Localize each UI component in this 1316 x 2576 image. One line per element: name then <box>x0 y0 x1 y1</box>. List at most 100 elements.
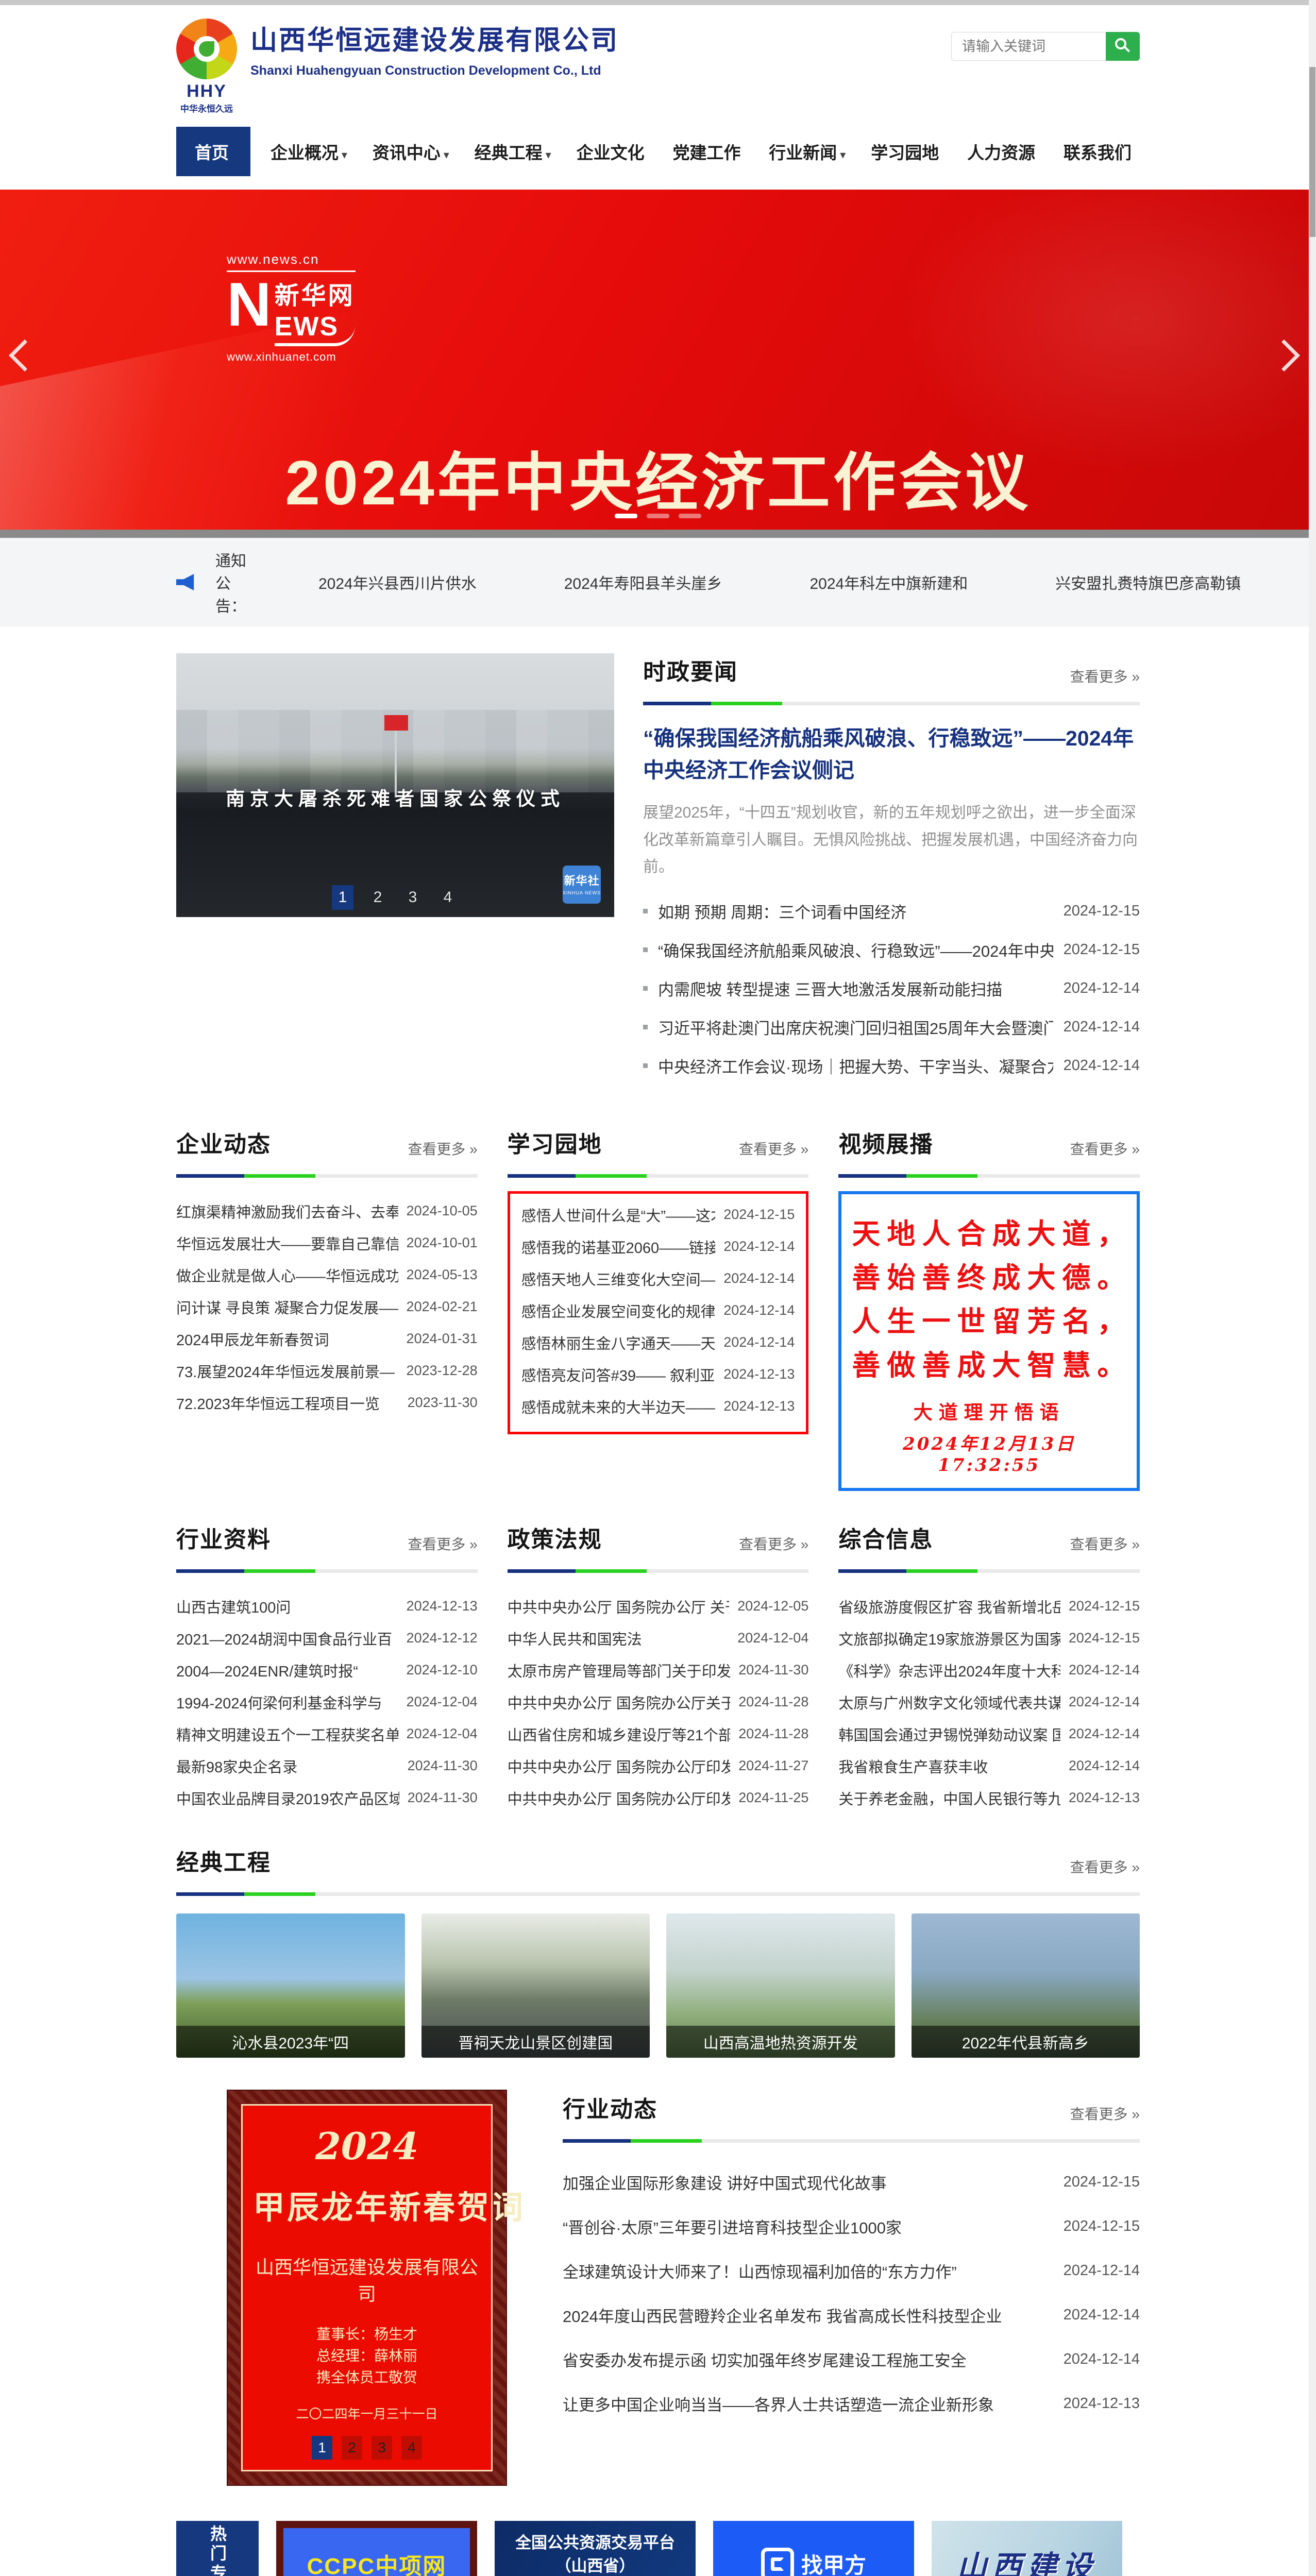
partner-public-resource-platform[interactable]: 全国公共资源交易平台（山西省） NATIONAL PUBLIC RESOURCE… <box>495 2521 696 2576</box>
list-item[interactable]: 中共中央办公厅 国务院办公厅印发《有2024-11-27 <box>508 1750 809 1782</box>
list-item[interactable]: 2021—2024胡润中国食品行业百2024-12-12 <box>176 1622 478 1654</box>
list-item[interactable]: 73.展望2024年华恒远发展前景—2023-12-28 <box>176 1355 478 1387</box>
list-item[interactable]: 全球建筑设计大师来了！山西惊现福利加倍的“东方力作”2024-12-14 <box>563 2249 1140 2293</box>
project-card[interactable]: 山西高温地热资源开发 <box>666 1913 895 2058</box>
photo-page-button[interactable]: 4 <box>437 885 459 910</box>
list-item[interactable]: 做企业就是做人心——华恒远成功的秘诀2024-05-13 <box>176 1259 478 1291</box>
notice-link[interactable]: 2024年寿阳县羊头崖乡 <box>564 571 722 594</box>
nav-item[interactable]: 首页 <box>176 127 250 176</box>
banner-prev-button[interactable] <box>9 340 41 371</box>
greeting-page-button[interactable]: 1 <box>312 2436 332 2460</box>
nav-item[interactable]: 学习园地 <box>866 127 947 176</box>
list-item[interactable]: 内需爬坡 转型提速 三晋大地激活发展新动能扫描2024-12-14 <box>643 977 1140 1000</box>
list-item[interactable]: 感悟我的诺基亚2060——链接上天的2024-12-14 <box>521 1231 795 1263</box>
search-input[interactable] <box>951 32 1106 61</box>
nav-item[interactable]: 联系我们 <box>1058 127 1140 176</box>
greeting-page-button[interactable]: 2 <box>342 2436 362 2460</box>
video-calligraphy-card[interactable]: 天地人合成大道，善始善终成大德。人生一世留芳名，善做善成大智慧。 大道理开悟语 … <box>838 1191 1140 1491</box>
list-item[interactable]: 如期 预期 周期：三个词看中国经济2024-12-15 <box>643 900 1140 923</box>
list-item[interactable]: 中共中央办公厅 国务院办公厅印发《粮2024-11-25 <box>508 1782 809 1814</box>
nav-item[interactable]: 资讯中心▾ <box>367 127 454 176</box>
more-link-shipin[interactable]: 查看更多 » <box>1070 1138 1140 1159</box>
list-item[interactable]: 问计谋 寻良策 凝聚合力促发展——东2024-02-21 <box>176 1291 478 1323</box>
greeting-page-button[interactable]: 3 <box>372 2436 392 2460</box>
search-button[interactable] <box>1106 32 1140 61</box>
partner-shanxi-construction[interactable]: 山西建设 <box>932 2521 1122 2576</box>
banner-dot[interactable] <box>615 514 637 518</box>
list-item[interactable]: 感悟企业发展空间变化的规律——2022024-12-14 <box>521 1295 795 1327</box>
list-item[interactable]: 2024甲辰龙年新春贺词2024-01-31 <box>176 1323 478 1355</box>
more-link-xuexi[interactable]: 查看更多 » <box>739 1138 808 1159</box>
list-item[interactable]: “确保我国经济航船乘风破浪、行稳致远”——2024年中央经2024-12-15 <box>643 938 1140 961</box>
list-item[interactable]: 习近平将赴澳门出席庆祝澳门回归祖国25周年大会暨澳门特别行政2024-12-14 <box>643 1015 1140 1039</box>
list-item[interactable]: 山西古建筑100问2024-12-13 <box>176 1590 478 1622</box>
notice-link[interactable]: 2024年科左中旗新建和 <box>810 571 968 594</box>
more-link-hangye-dongtai[interactable]: 查看更多 » <box>1070 2103 1140 2124</box>
list-item[interactable]: 2024年度山西民营瞪羚企业名单发布 我省高成长性科技型企业2024-12-14 <box>563 2293 1140 2337</box>
greeting-card[interactable]: 2024 甲辰龙年新春贺词 山西华恒远建设发展有限公司 董事长：杨生才总经理：薛… <box>228 2091 506 2485</box>
scrollbar-thumb[interactable] <box>1309 67 1315 237</box>
project-card[interactable]: 沁水县2023年“四 <box>176 1913 405 2058</box>
list-item[interactable]: 中共中央办公厅 国务院办公厅关于数字2024-11-28 <box>508 1686 809 1718</box>
partner-zhaojiafang[interactable]: 找甲方 ZHAOJIAFANG <box>713 2521 914 2576</box>
list-item[interactable]: 山西省住房和城乡建设厅等21个部门2024-11-28 <box>508 1718 809 1750</box>
more-link-qiye[interactable]: 查看更多 » <box>408 1138 477 1159</box>
project-card[interactable]: 2022年代县新高乡 <box>912 1913 1140 2058</box>
list-item[interactable]: 省级旅游度假区扩容 我省新增北岳神溪2024-12-15 <box>838 1590 1140 1622</box>
nav-item[interactable]: 企业概况▾ <box>265 127 352 176</box>
photo-page-button[interactable]: 3 <box>402 885 424 910</box>
list-item[interactable]: 太原与广州数字文化领域代表共谋文化创2024-12-14 <box>838 1686 1140 1718</box>
greeting-page-button[interactable]: 4 <box>401 2436 422 2460</box>
scrollbar[interactable] <box>1309 0 1316 2576</box>
photo-page-button[interactable]: 2 <box>367 885 389 910</box>
list-item[interactable]: 感悟亮友问答#39—— 叙利亚终局2024-12-13 <box>521 1359 795 1391</box>
nav-item[interactable]: 人力资源 <box>962 127 1043 176</box>
nav-item[interactable]: 企业文化 <box>571 127 653 176</box>
list-item[interactable]: 最新98家央企名录2024-11-30 <box>176 1750 478 1782</box>
nav-item[interactable]: 经典工程▾ <box>469 127 556 176</box>
project-card[interactable]: 晋祠天龙山景区创建国 <box>421 1913 650 2058</box>
list-item[interactable]: 感悟天地人三维变化大空间——《观察者2024-12-14 <box>521 1263 795 1295</box>
list-item[interactable]: 我省粮食生产喜获丰收2024-12-14 <box>838 1750 1140 1782</box>
featured-article-title[interactable]: “确保我国经济航船乘风破浪、行稳致远”——2024年中央经济工作会议侧记 <box>643 723 1140 786</box>
list-item[interactable]: 红旗渠精神激励我们去奋斗、去奉献!2024-10-05 <box>176 1195 478 1227</box>
banner-dot[interactable] <box>647 514 669 518</box>
list-item[interactable]: 关于养老金融，中国人民银行等九部门发2024-12-13 <box>838 1782 1140 1814</box>
partner-hot-topics[interactable]: 热门专题 <box>176 2521 259 2576</box>
banner-next-button[interactable] <box>1268 340 1300 371</box>
nav-item[interactable]: 党建工作 <box>667 127 749 176</box>
list-item[interactable]: 华恒远发展壮大——要靠自己靠信心2024-10-01 <box>176 1227 478 1259</box>
list-item[interactable]: 加强企业国际形象建设 讲好中国式现代化故事2024-12-15 <box>563 2160 1140 2205</box>
hero-banner[interactable]: www.news.cn N 新华网 EWS www.xinhuanet.com … <box>0 190 1316 530</box>
more-link-hangye-ziliao[interactable]: 查看更多 » <box>408 1533 477 1554</box>
list-item[interactable]: 72.2023年华恒远工程项目一览2023-11-30 <box>176 1387 478 1419</box>
list-item[interactable]: 《科学》杂志评出2024年度十大科学2024-12-14 <box>838 1654 1140 1686</box>
logo[interactable]: HHY 中华永恒久远 山西华恒远建设发展有限公司 Shanxi Huahengy… <box>176 19 619 114</box>
banner-dot[interactable] <box>679 514 701 518</box>
list-item[interactable]: 感悟人世间什么是“大”——这才是华恒2024-12-15 <box>521 1199 795 1231</box>
list-item[interactable]: 2004—2024ENR/建筑时报“2024-12-10 <box>176 1654 478 1686</box>
list-item[interactable]: 让更多中国企业响当当——各界人士共话塑造一流企业新形象2024-12-13 <box>563 2382 1140 2426</box>
list-item[interactable]: 文旅部拟确定19家旅游景区为国家5A2024-12-15 <box>838 1622 1140 1654</box>
list-item[interactable]: 中国农业品牌目录2019农产品区域公2024-11-30 <box>176 1782 478 1814</box>
partner-ccpc[interactable]: CCPC中项网 <box>276 2521 477 2576</box>
more-link-shizheng[interactable]: 查看更多 » <box>1070 666 1140 686</box>
list-item[interactable]: 精神文明建设五个一工程获奖名单1—12024-12-04 <box>176 1718 478 1750</box>
more-link-zonghe[interactable]: 查看更多 » <box>1070 1533 1140 1554</box>
list-item[interactable]: 太原市房产管理局等部门关于印发太原市2024-11-30 <box>508 1654 809 1686</box>
list-item[interactable]: 中华人民共和国宪法2024-12-04 <box>508 1622 809 1654</box>
list-item[interactable]: 中共中央办公厅 国务院办公厅 关于推2024-12-05 <box>508 1590 809 1622</box>
list-item[interactable]: 1994-2024何梁何利基金科学与2024-12-04 <box>176 1686 478 1718</box>
list-item[interactable]: 韩国国会通过尹锡悦弹劾动议案 国务总2024-12-14 <box>838 1718 1140 1750</box>
list-item[interactable]: 省安委办发布提示函 切实加强年终岁尾建设工程施工安全2024-12-14 <box>563 2337 1140 2382</box>
nav-item[interactable]: 行业新闻▾ <box>764 127 851 176</box>
notice-link[interactable]: 兴安盟扎赉特旗巴彦高勒镇 <box>1055 571 1241 594</box>
more-link-zhengce[interactable]: 查看更多 » <box>739 1533 808 1554</box>
list-item[interactable]: “晋创谷·太原”三年要引进培育科技型企业1000家2024-12-15 <box>563 2205 1140 2249</box>
more-link-jingdian[interactable]: 查看更多 » <box>1070 1856 1140 1877</box>
photo-page-button[interactable]: 1 <box>332 885 353 910</box>
list-item[interactable]: 感悟林丽生金八字通天——天地人祥瑞三2024-12-14 <box>521 1327 795 1359</box>
news-photo[interactable]: 南京大屠杀死难者国家公祭仪式 新华社 XINHUA NEWS 1234 <box>176 653 614 917</box>
notice-link[interactable]: 2024年兴县西川片供水 <box>318 571 477 594</box>
list-item[interactable]: 中央经济工作会议·现场｜把握大势、干字当头、凝聚合力——与2024-12-14 <box>643 1054 1140 1077</box>
